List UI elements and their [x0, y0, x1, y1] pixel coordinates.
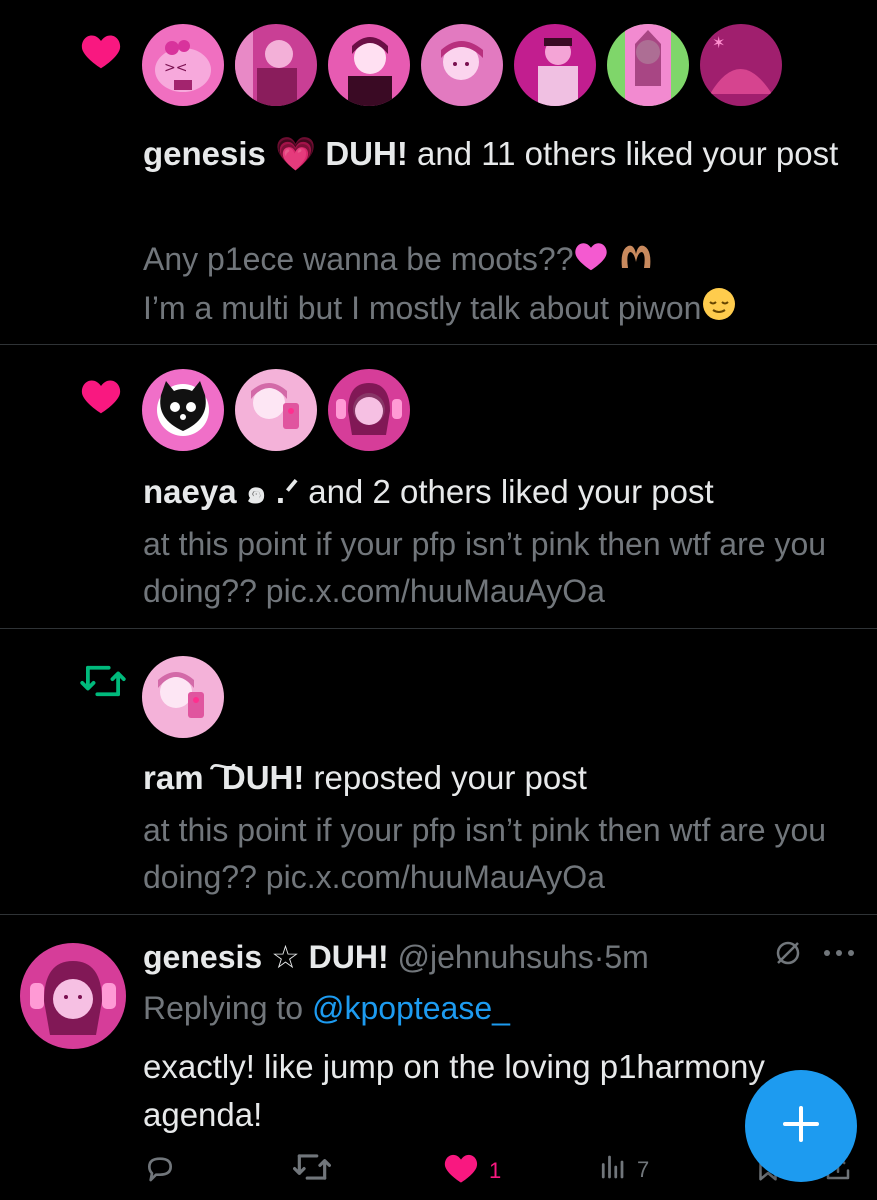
reply-header: genesis ☆ DUH! @jehnuhsuhs·5m — [143, 934, 649, 980]
avatar[interactable]: ✶ — [700, 24, 782, 106]
pink-heart-emoji — [574, 238, 608, 285]
avatar[interactable] — [607, 24, 689, 106]
notification-title: ram ͠ DUH! reposted your post — [143, 755, 843, 801]
divider — [0, 628, 877, 629]
mention-link[interactable]: @kpoptease_ — [312, 990, 510, 1026]
divider — [0, 344, 877, 345]
plus-icon — [781, 1104, 821, 1149]
reply-display-name[interactable]: genesis ☆ DUH! — [143, 939, 389, 975]
reply-avatar[interactable] — [20, 943, 126, 1049]
views-count: 7 — [637, 1157, 650, 1182]
views-button[interactable]: 7 — [597, 1152, 649, 1188]
heart-icon — [80, 377, 122, 420]
notification-title: naeya ๑ .ᐟ and 2 others liked your post — [143, 469, 843, 515]
repost-icon — [293, 1152, 331, 1188]
post-preview: at this point if your pfp isn’t pink the… — [143, 812, 827, 895]
post-preview-line: I’m a multi but I mostly talk about piwo… — [143, 290, 702, 327]
heart-hands-emoji — [618, 238, 654, 285]
like-button[interactable]: 1 — [443, 1152, 501, 1190]
meta-separator: · — [593, 939, 605, 975]
like-count: 1 — [489, 1158, 502, 1183]
reply-button[interactable] — [143, 1152, 187, 1190]
liker-name[interactable]: naeya ๑ .ᐟ — [143, 473, 299, 510]
avatar[interactable] — [142, 656, 224, 738]
avatar[interactable]: >< — [142, 24, 224, 106]
notification-action-text: and 2 others liked your post — [299, 473, 714, 510]
repost-icon — [80, 664, 126, 703]
liker-name[interactable]: genesis 💗 DUH! — [143, 135, 408, 172]
post-preview: Any p1ece wanna be moots?? I’m a multi b… — [143, 236, 863, 335]
notification-action-text: reposted your post — [304, 759, 587, 796]
avatar[interactable] — [235, 24, 317, 106]
relieved-face-emoji — [701, 286, 737, 335]
liked-heart-icon — [443, 1152, 479, 1190]
avatar[interactable] — [142, 369, 224, 451]
notification-action-text: and 11 others liked your post — [407, 135, 839, 172]
avatar-row: >< ✶ — [142, 24, 782, 106]
muted-icon[interactable] — [773, 938, 803, 973]
replying-to: Replying to @kpoptease_ — [143, 985, 510, 1031]
avatar[interactable] — [421, 24, 503, 106]
avatar[interactable] — [328, 24, 410, 106]
compose-button[interactable] — [745, 1070, 857, 1182]
heart-icon — [80, 32, 122, 75]
post-preview: at this point if your pfp isn’t pink the… — [143, 526, 827, 609]
repost-button[interactable] — [293, 1152, 341, 1188]
avatar[interactable] — [328, 369, 410, 451]
avatar[interactable] — [514, 24, 596, 106]
more-icon[interactable] — [822, 946, 856, 964]
reply-time[interactable]: 5m — [604, 939, 648, 975]
reply-handle[interactable]: @jehnuhsuhs — [398, 939, 594, 975]
svg-text:✶: ✶ — [712, 33, 725, 52]
avatar[interactable] — [235, 369, 317, 451]
post-preview-line: Any p1ece wanna be moots?? — [143, 241, 574, 277]
reposter-name[interactable]: ram ͠ DUH! — [143, 759, 304, 796]
notification-title: genesis 💗 DUH! and 11 others liked your … — [143, 131, 843, 177]
replying-to-label: Replying to — [143, 990, 312, 1026]
avatar-row — [142, 369, 410, 451]
divider — [0, 914, 877, 915]
reply-icon — [143, 1152, 177, 1190]
svg-text:><: >< — [164, 60, 187, 76]
views-chart-icon — [597, 1152, 627, 1188]
reply-text: exactly! like jump on the loving p1harmo… — [143, 1048, 765, 1133]
avatar-row — [142, 656, 224, 738]
